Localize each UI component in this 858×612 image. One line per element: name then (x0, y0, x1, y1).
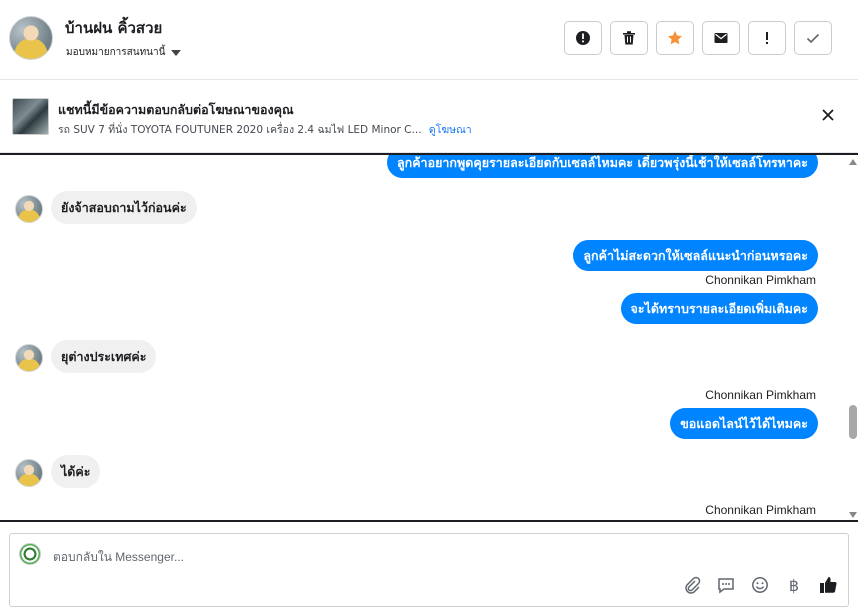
composer-toolbar: ฿ (682, 575, 838, 595)
assign-conversation-dropdown[interactable]: มอบหมายการสนทนานี้ (66, 45, 182, 60)
contact-mini-avatar[interactable] (15, 459, 43, 487)
message-incoming[interactable]: ยุต่างประเทศค่ะ (51, 340, 157, 373)
ad-reply-banner: แชทนี้มีข้อความตอบกลับต่อโฆษณาของคุณ รถ … (0, 81, 858, 153)
report-spam-button[interactable] (564, 21, 602, 55)
contact-name[interactable]: บ้านฝน คิ้วสวย (65, 16, 162, 40)
message-outgoing[interactable]: จะได้ทราบรายละเอียดเพิ่มเติมคะ (620, 293, 818, 324)
ad-thumbnail[interactable] (12, 98, 49, 135)
attach-button[interactable] (682, 575, 702, 595)
assign-label: มอบหมายการสนทนานี้ (66, 47, 166, 58)
sender-name: Chonnikan Pimkham (705, 503, 816, 517)
close-icon[interactable] (820, 107, 836, 123)
ad-banner-subtitle: รถ SUV 7 ที่นั่ง TOYOTA FOUTUNER 2020 เค… (58, 121, 472, 138)
message-outgoing[interactable]: ขอแอดไลน์ไว้ได้ไหมคะ (670, 408, 818, 439)
check-icon (806, 33, 820, 44)
message-outgoing-partial[interactable] (586, 521, 818, 522)
contact-mini-avatar[interactable] (15, 195, 43, 223)
mark-unread-button[interactable] (702, 21, 740, 55)
scrollbar-thumb[interactable] (849, 405, 857, 439)
sender-name: Chonnikan Pimkham (705, 273, 816, 287)
header-actions (564, 21, 832, 55)
star-icon (668, 31, 682, 45)
sender-name: Chonnikan Pimkham (705, 388, 816, 402)
message-incoming[interactable]: ได้ค่ะ (51, 455, 101, 488)
emoji-button[interactable] (750, 575, 770, 595)
paperclip-icon (685, 576, 701, 594)
reply-composer[interactable]: ตอบกลับใน Messenger... ฿ (9, 533, 849, 607)
message-outgoing[interactable]: ลูกค้าไม่สะดวกให้เซลล์แนะนำก่อนหรอคะ (573, 240, 818, 271)
delete-button[interactable] (610, 21, 648, 55)
page-avatar (19, 543, 41, 565)
saved-replies-button[interactable] (716, 575, 736, 595)
conversation-header: บ้านฝน คิ้วสวย มอบหมายการสนทนานี้ (0, 0, 858, 80)
reply-input[interactable]: ตอบกลับใน Messenger... (53, 548, 184, 567)
scroll-up-arrow[interactable] (849, 159, 857, 165)
chevron-down-icon (171, 49, 182, 56)
contact-mini-avatar[interactable] (15, 344, 43, 372)
exclamation-icon (766, 32, 768, 44)
star-button[interactable] (656, 21, 694, 55)
payment-button[interactable]: ฿ (784, 575, 804, 595)
ad-description: รถ SUV 7 ที่นั่ง TOYOTA FOUTUNER 2020 เค… (58, 124, 422, 136)
follow-up-button[interactable] (748, 21, 786, 55)
view-ad-link[interactable]: ดูโฆษณา (429, 124, 472, 136)
trash-icon (623, 31, 635, 45)
emoji-icon (752, 577, 768, 593)
message-thread[interactable]: ลูกค้าอยากพูดคุยรายละเอียดกับเซลล์ไหมคะ … (0, 153, 858, 522)
like-button[interactable] (818, 575, 838, 595)
scroll-down-arrow[interactable] (849, 512, 857, 518)
baht-icon: ฿ (788, 575, 800, 595)
thumbs-up-icon (820, 577, 837, 593)
alert-circle-icon (576, 31, 590, 45)
contact-avatar[interactable] (9, 16, 53, 60)
message-incoming[interactable]: ยังจ้าสอบถามไว้ก่อนค่ะ (51, 191, 197, 224)
ad-banner-title: แชทนี้มีข้อความตอบกลับต่อโฆษณาของคุณ (58, 102, 294, 117)
message-template-icon (718, 578, 734, 594)
envelope-icon (714, 33, 728, 43)
message-outgoing[interactable]: ลูกค้าอยากพูดคุยรายละเอียดกับเซลล์ไหมคะ … (386, 155, 818, 178)
mark-done-button[interactable] (794, 21, 832, 55)
